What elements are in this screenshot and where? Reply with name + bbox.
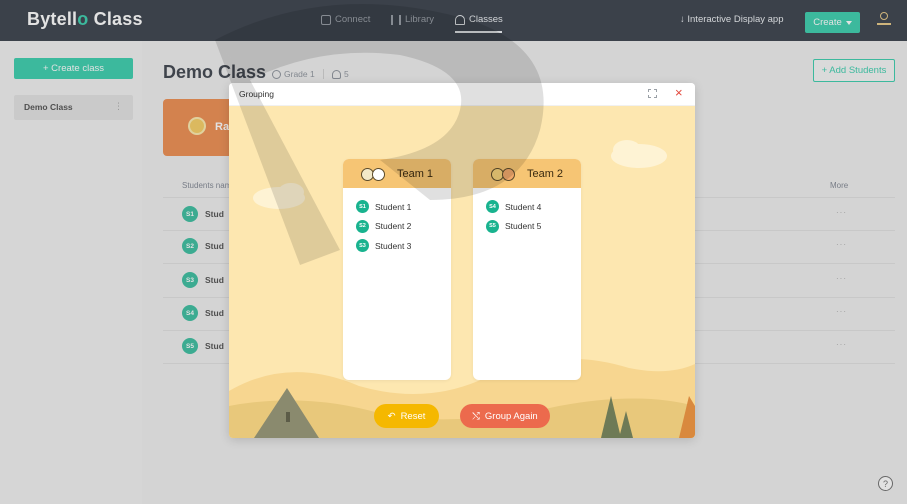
list-item[interactable]: S5 Student 5 bbox=[486, 217, 568, 237]
team-header: Team 2 bbox=[473, 159, 581, 188]
grouping-modal: Grouping × Team 1 S1Student 1 S2Studen bbox=[229, 83, 695, 438]
team-member-list: S4 Student 4 S5 Student 5 bbox=[473, 188, 581, 245]
modal-header: Grouping × bbox=[229, 83, 695, 106]
team-member-list: S1 Student 1 S2 Student 2 S3 Student 3 bbox=[343, 188, 451, 265]
undo-icon: ↶ bbox=[387, 410, 396, 422]
close-icon[interactable]: × bbox=[675, 86, 683, 99]
list-item[interactable]: S4 Student 4 bbox=[486, 197, 568, 217]
group-again-label: Group Again bbox=[484, 410, 538, 422]
list-item[interactable]: S1 Student 1 bbox=[356, 197, 438, 217]
team-header: Team 1 bbox=[343, 159, 451, 188]
list-item[interactable]: S3 Student 3 bbox=[356, 236, 438, 256]
student-avatar: S4 bbox=[486, 200, 499, 214]
reset-label: Reset bbox=[400, 410, 426, 422]
list-item[interactable]: S2 Student 2 bbox=[356, 217, 438, 237]
modal-title: Grouping bbox=[239, 89, 274, 99]
reset-button[interactable]: ↶ Reset bbox=[374, 404, 439, 428]
team-mascot-icon bbox=[490, 166, 521, 182]
student-avatar: S3 bbox=[356, 239, 369, 253]
team-name: Team 2 bbox=[526, 167, 564, 180]
shuffle-icon: ⤭ bbox=[472, 410, 480, 422]
modal-body: Team 1 S1 Student 1 S2 Student 2 S3 Student… bbox=[229, 106, 695, 438]
member-name: Student 4 bbox=[505, 201, 542, 212]
fullscreen-icon[interactable] bbox=[648, 89, 657, 98]
student-avatar: S1 bbox=[356, 200, 369, 214]
student-avatar: S2 bbox=[356, 219, 369, 233]
group-again-button[interactable]: ⤭ Group Again bbox=[460, 404, 550, 428]
member-name: Student 5 bbox=[505, 221, 542, 232]
team-name: Team 1 bbox=[396, 167, 434, 180]
landscape-illustration bbox=[229, 140, 695, 438]
member-name: Student 3 bbox=[375, 240, 412, 251]
team-card[interactable]: Team 1 S1 Student 1 S2 Student 2 S3 Student… bbox=[343, 159, 451, 380]
student-avatar: S5 bbox=[486, 219, 499, 233]
member-name: Student 2 bbox=[375, 221, 412, 232]
team-card[interactable]: Team 2 S4 Student 4 S5 Student 5 bbox=[473, 159, 581, 380]
member-name: Student 1 bbox=[375, 201, 412, 212]
team-mascot-icon bbox=[360, 166, 391, 182]
